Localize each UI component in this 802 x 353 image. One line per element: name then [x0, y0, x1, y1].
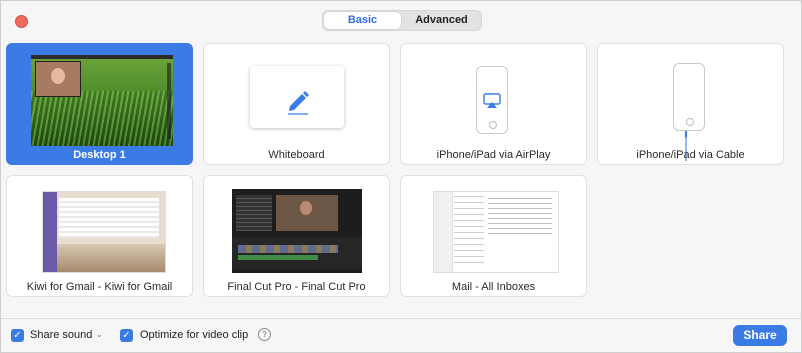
- share-tile-airplay[interactable]: iPhone/iPad via AirPlay: [400, 43, 587, 165]
- tile-label: Mail - All Inboxes: [451, 281, 536, 293]
- help-icon[interactable]: ?: [258, 328, 271, 341]
- iphone-graphic: [476, 66, 508, 134]
- tab-basic[interactable]: Basic: [324, 12, 401, 29]
- window-thumbnail: [433, 191, 559, 273]
- whiteboard-thumbnail: [250, 66, 344, 128]
- tile-label: Desktop 1: [73, 149, 126, 161]
- tile-label: iPhone/iPad via Cable: [636, 149, 745, 161]
- share-screen-window: Basic Advanced Desktop 1 Whiteboard iPho…: [0, 0, 802, 353]
- chevron-down-icon[interactable]: ⌄: [96, 330, 103, 339]
- tab-advanced[interactable]: Advanced: [403, 12, 480, 29]
- share-tile-whiteboard[interactable]: Whiteboard: [203, 43, 390, 165]
- share-button[interactable]: Share: [733, 325, 787, 346]
- divider: [1, 318, 801, 319]
- share-tile-desktop[interactable]: Desktop 1: [6, 43, 193, 165]
- share-tile-mail[interactable]: Mail - All Inboxes: [400, 175, 587, 297]
- tile-label: Final Cut Pro - Final Cut Pro: [227, 281, 366, 293]
- share-sound-label: Share sound: [30, 329, 93, 341]
- tile-label: Kiwi for Gmail - Kiwi for Gmail: [26, 281, 173, 293]
- tile-label: iPhone/iPad via AirPlay: [436, 149, 551, 161]
- mode-tabs: Basic Advanced: [322, 10, 482, 31]
- share-tile-kiwi-gmail[interactable]: Kiwi for Gmail - Kiwi for Gmail: [6, 175, 193, 297]
- window-thumbnail: [232, 189, 362, 273]
- tile-label: Whiteboard: [268, 149, 325, 161]
- video-preview-thumbnail: [35, 61, 81, 97]
- close-window-button[interactable]: [15, 15, 28, 28]
- airplay-icon: [483, 93, 501, 108]
- share-tile-cable[interactable]: iPhone/iPad via Cable: [597, 43, 784, 165]
- iphone-graphic: [673, 63, 705, 131]
- share-tile-final-cut-pro[interactable]: Final Cut Pro - Final Cut Pro: [203, 175, 390, 297]
- desktop-thumbnail: [31, 55, 173, 146]
- optimize-video-label: Optimize for video clip: [140, 329, 249, 341]
- checkmark-icon: ✓: [13, 330, 22, 341]
- window-thumbnail: [42, 191, 166, 273]
- optimize-video-checkbox[interactable]: ✓: [120, 329, 133, 342]
- checkmark-icon: ✓: [122, 330, 131, 341]
- pencil-icon: [288, 91, 309, 115]
- share-sound-checkbox[interactable]: ✓: [11, 329, 24, 342]
